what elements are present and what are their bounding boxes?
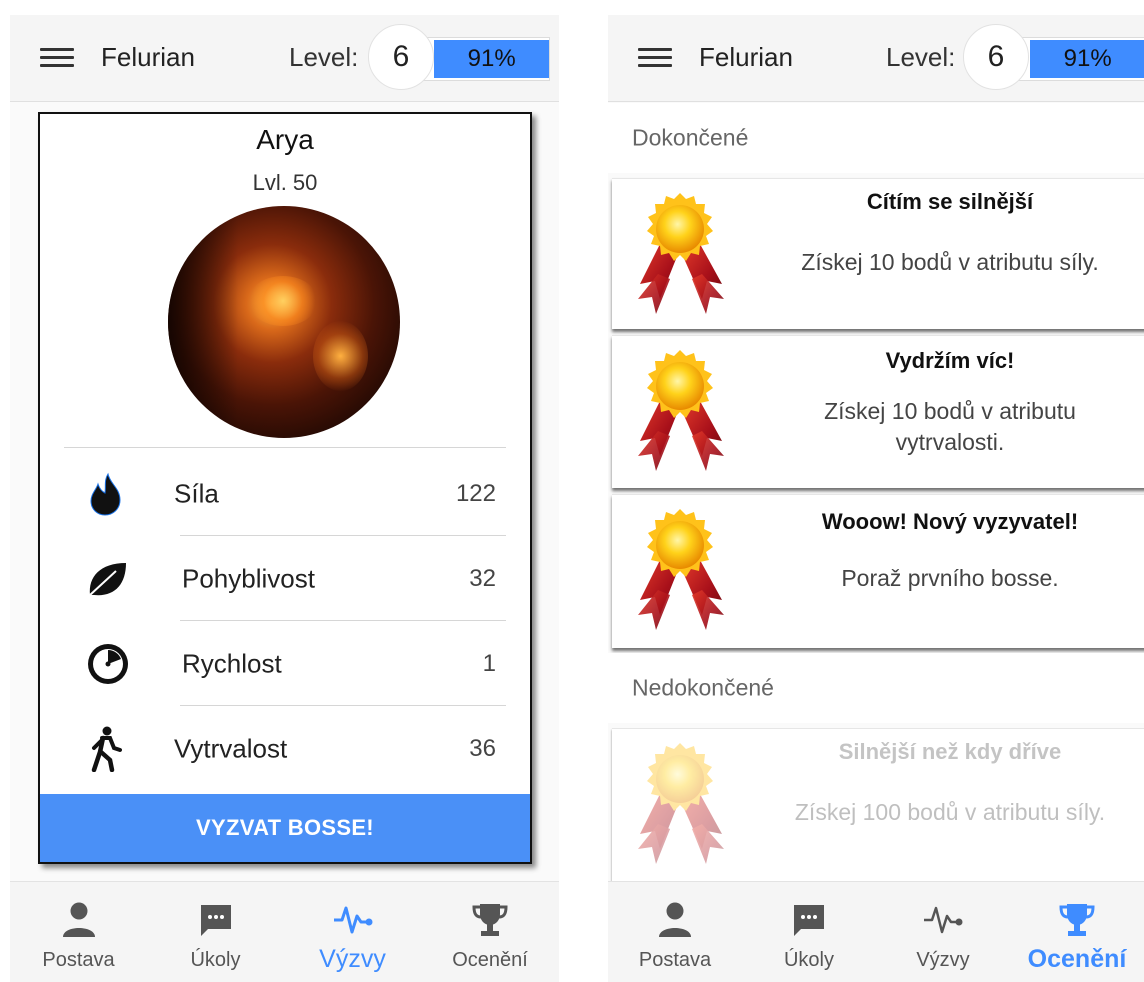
stat-label: Síla bbox=[174, 478, 219, 508]
nav-item-character[interactable]: Postava bbox=[10, 882, 147, 982]
nav-label: Ocenění bbox=[1027, 945, 1127, 973]
bottom-navigation: Postava Úkoly Výzvy Ocenění bbox=[10, 881, 559, 982]
award-title: Vydržím víc! bbox=[885, 348, 1015, 373]
character-level: Lvl. 50 bbox=[252, 170, 318, 195]
stat-value: 32 bbox=[469, 564, 496, 592]
nav-label: Výzvy bbox=[319, 945, 386, 973]
nav-item-awards[interactable]: Ocenění bbox=[421, 882, 559, 982]
progress-text: 91% bbox=[1063, 45, 1112, 72]
award-description: Získej 10 bodů v atributu vytrvalosti. bbox=[824, 398, 1076, 456]
medal-icon bbox=[630, 739, 730, 869]
flame-icon bbox=[90, 472, 121, 516]
hamburger-menu-icon[interactable] bbox=[40, 48, 74, 68]
stat-row-strength: Síla 122 bbox=[40, 451, 530, 536]
medal-icon bbox=[630, 189, 730, 319]
character-card: Arya Lvl. 50 Síla 122 Pohyblivost 32 Ryc… bbox=[38, 112, 532, 864]
medal-icon bbox=[630, 505, 730, 635]
divider bbox=[64, 447, 506, 448]
app-bar: Felurian Level: 6 91% bbox=[608, 15, 1144, 102]
nav-item-tasks[interactable]: Úkoly bbox=[147, 882, 284, 982]
stat-label: Pohyblivost bbox=[182, 563, 315, 593]
nav-label: Ocenění bbox=[452, 949, 528, 971]
stat-row-agility: Pohyblivost 32 bbox=[40, 536, 530, 621]
medal-icon bbox=[630, 346, 730, 476]
stat-value: 122 bbox=[455, 479, 496, 507]
nav-item-character[interactable]: Postava bbox=[608, 882, 742, 982]
username: Felurian bbox=[101, 42, 195, 72]
section-title: Dokončené bbox=[632, 124, 749, 151]
stat-value: 1 bbox=[482, 649, 496, 677]
stat-label: Rychlost bbox=[182, 648, 282, 678]
award-description: Získej 10 bodů v atributu síly. bbox=[801, 249, 1099, 275]
walking-person-icon bbox=[91, 726, 122, 772]
chat-icon bbox=[794, 905, 824, 936]
hamburger-menu-icon[interactable] bbox=[638, 48, 672, 68]
pulse-icon bbox=[333, 906, 372, 934]
award-card[interactable]: Cítím se silnější Získej 10 bodů v atrib… bbox=[612, 178, 1144, 329]
chat-icon bbox=[200, 905, 231, 936]
level-progress-bar: 91% bbox=[422, 37, 550, 81]
app-bar: Felurian Level: 6 91% bbox=[10, 15, 559, 102]
award-card[interactable]: Wooow! Nový vyzyvatel! Poraž prvního bos… bbox=[612, 494, 1144, 648]
nav-label: Postava bbox=[638, 949, 712, 971]
stat-row-speed: Rychlost 1 bbox=[40, 621, 530, 706]
award-title: Cítím se silnější bbox=[866, 189, 1034, 214]
award-title: Wooow! Nový vyzyvatel! bbox=[821, 509, 1079, 534]
username: Felurian bbox=[699, 42, 793, 72]
person-icon bbox=[62, 902, 95, 937]
awards-screen: Felurian Level: 6 91% Dokončené Cítím se… bbox=[608, 15, 1144, 982]
nav-label: Úkoly bbox=[190, 949, 241, 971]
bottom-navigation: Postava Úkoly Výzvy Ocenění bbox=[608, 881, 1144, 982]
award-description: Získej 100 bodů v atributu síly. bbox=[794, 799, 1106, 825]
stat-label: Vytrvalost bbox=[174, 733, 288, 763]
award-card[interactable]: Vydržím víc! Získej 10 bodů v atributu v… bbox=[612, 335, 1144, 488]
leaf-icon bbox=[89, 562, 126, 596]
section-title: Nedokončené bbox=[632, 674, 774, 701]
stopwatch-icon bbox=[88, 643, 128, 684]
nav-item-awards[interactable]: Ocenění bbox=[1010, 882, 1144, 982]
trophy-icon bbox=[472, 904, 508, 936]
stat-row-endurance: Vytrvalost 36 bbox=[40, 706, 530, 791]
nav-label: Výzvy bbox=[916, 949, 970, 971]
nav-item-challenges[interactable]: Výzvy bbox=[876, 882, 1010, 982]
nav-item-tasks[interactable]: Úkoly bbox=[742, 882, 876, 982]
progress-text: 91% bbox=[467, 45, 516, 72]
incomplete-section-header: Nedokončené bbox=[608, 653, 1144, 723]
character-avatar bbox=[168, 206, 400, 438]
character-screen: Felurian Level: 6 91% Arya Lvl. 50 Síla … bbox=[10, 15, 559, 982]
award-card-locked[interactable]: Silnější než kdy dříve Získej 100 bodů v… bbox=[612, 728, 1144, 881]
nav-label: Postava bbox=[42, 949, 115, 971]
challenge-boss-button[interactable]: VYZVAT BOSSE! bbox=[40, 794, 530, 862]
level-badge: 6 bbox=[368, 24, 434, 90]
level-badge: 6 bbox=[963, 24, 1029, 90]
award-title: Silnější než kdy dříve bbox=[838, 739, 1062, 764]
nav-item-challenges[interactable]: Výzvy bbox=[284, 882, 421, 982]
nav-label: Úkoly bbox=[783, 949, 834, 971]
stat-value: 36 bbox=[469, 734, 496, 762]
completed-section-header: Dokončené bbox=[608, 103, 1144, 173]
character-name: Arya bbox=[256, 124, 314, 155]
level-progress-bar: 91% bbox=[1018, 37, 1144, 81]
pulse-icon bbox=[924, 906, 963, 934]
person-icon bbox=[659, 902, 691, 937]
level-label: Level: bbox=[289, 42, 359, 72]
award-description: Poraž prvního bosse. bbox=[841, 565, 1059, 591]
trophy-icon bbox=[1059, 904, 1095, 936]
level-label: Level: bbox=[886, 42, 956, 72]
